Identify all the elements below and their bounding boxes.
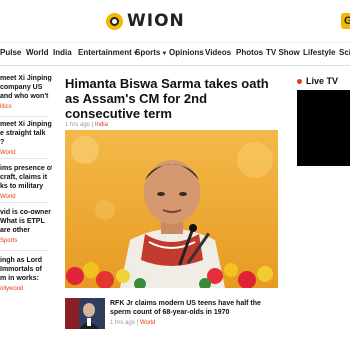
meta-separator: | — [136, 320, 139, 326]
main-story-meta: 1 hrs ago | India — [65, 122, 108, 128]
chevron-down-icon: ▼ — [161, 51, 168, 57]
nav-item-photos[interactable]: Photos — [236, 48, 263, 57]
left-story-line: ks to military — [0, 183, 44, 190]
left-story-item[interactable]: ingh as Lord Immortals of m in works: ol… — [0, 256, 52, 292]
secondary-story-time: 1 hrs ago — [110, 320, 136, 326]
left-story-category[interactable]: litics — [0, 104, 52, 110]
left-story-item[interactable]: meet Xi Jinping: company US and who won'… — [0, 74, 52, 110]
left-story-line: and who won't — [0, 93, 49, 100]
main-nav: Pulse World India Entertainment▼ Sports▼… — [0, 42, 350, 66]
nav-item-pulse[interactable]: Pulse — [0, 48, 21, 57]
live-dot-icon — [297, 78, 302, 84]
left-story-line: vid is co-owner — [0, 209, 51, 216]
nav-item-entertainment[interactable]: Entertainment▼ — [78, 48, 139, 57]
live-tv-text: Live TV — [306, 76, 339, 86]
logo-text: WION — [127, 11, 185, 31]
nav-item-tv-show[interactable]: TV Show — [266, 48, 300, 57]
left-story-line: e straight talk — [0, 130, 46, 137]
nav-item-world[interactable]: World — [26, 48, 49, 57]
site-header: WION G — [0, 0, 350, 42]
left-story-item[interactable]: ims presence of craft, claims it ks to m… — [0, 164, 52, 200]
left-story-line: ingh as Lord — [0, 257, 42, 264]
left-story-line: What is ETPL — [0, 218, 45, 225]
left-story-line: meet Xi Jinping: — [0, 121, 52, 128]
left-story-line: meet Xi Jinping: — [0, 75, 52, 82]
divider — [0, 116, 48, 117]
divider — [0, 250, 48, 251]
wion-logo-icon — [106, 12, 123, 30]
meta-separator: | — [91, 122, 94, 128]
left-story-line: are other — [0, 227, 30, 234]
secondary-story-title[interactable]: RFK Jr claims modern US teens have half … — [110, 299, 280, 317]
nav-item-opinions[interactable]: Opinions — [169, 48, 204, 57]
nav-item-videos[interactable]: Videos — [205, 48, 231, 57]
main-headline[interactable]: Himanta Biswa Sarma takes oath as Assam'… — [65, 76, 285, 121]
left-story-item[interactable]: meet Xi Jinping: e straight talk ? World — [0, 120, 52, 156]
left-story-line: company US — [0, 84, 43, 91]
divider — [0, 202, 48, 203]
wion-logo[interactable]: WION — [106, 11, 185, 31]
left-story-item[interactable]: vid is co-owner What is ETPL are other S… — [0, 208, 52, 244]
divider — [0, 158, 48, 159]
hero-photo-illustration — [65, 130, 278, 288]
live-tv-label[interactable]: Live TV — [297, 76, 338, 86]
left-story-line: m in works: — [0, 275, 39, 282]
nav-item-science[interactable]: Scie — [339, 48, 350, 57]
left-story-category[interactable]: World — [0, 194, 52, 200]
left-story-category[interactable]: ollywood — [0, 286, 52, 292]
secondary-story-thumbnail[interactable] — [65, 298, 105, 329]
nav-item-lifestyle[interactable]: Lifestyle — [303, 48, 335, 57]
left-story-line: Immortals of — [0, 266, 43, 273]
nav-item-sports[interactable]: Sports▼ — [135, 48, 167, 57]
live-tv-player[interactable] — [297, 90, 350, 166]
header-right-chip[interactable]: G — [341, 13, 350, 29]
main-story-category[interactable]: India — [95, 122, 108, 128]
nav-item-india[interactable]: India — [53, 48, 72, 57]
secondary-story-category[interactable]: World — [140, 320, 156, 326]
left-story-category[interactable]: World — [0, 150, 52, 156]
main-story-image[interactable] — [65, 130, 278, 288]
nav-item-entertainment-label: Entertainment — [78, 48, 132, 57]
main-story-time: 1 hrs ago — [65, 122, 91, 128]
left-story-line: craft, claims it — [0, 174, 48, 181]
nav-item-sports-label: Sports — [135, 48, 161, 57]
left-story-category[interactable]: Sports — [0, 238, 52, 244]
secondary-story-meta: 1 hrs ago | World — [110, 320, 156, 326]
left-story-line: ? — [0, 139, 5, 146]
left-story-line: ims presence of — [0, 165, 52, 172]
secondary-photo-illustration — [65, 298, 105, 329]
